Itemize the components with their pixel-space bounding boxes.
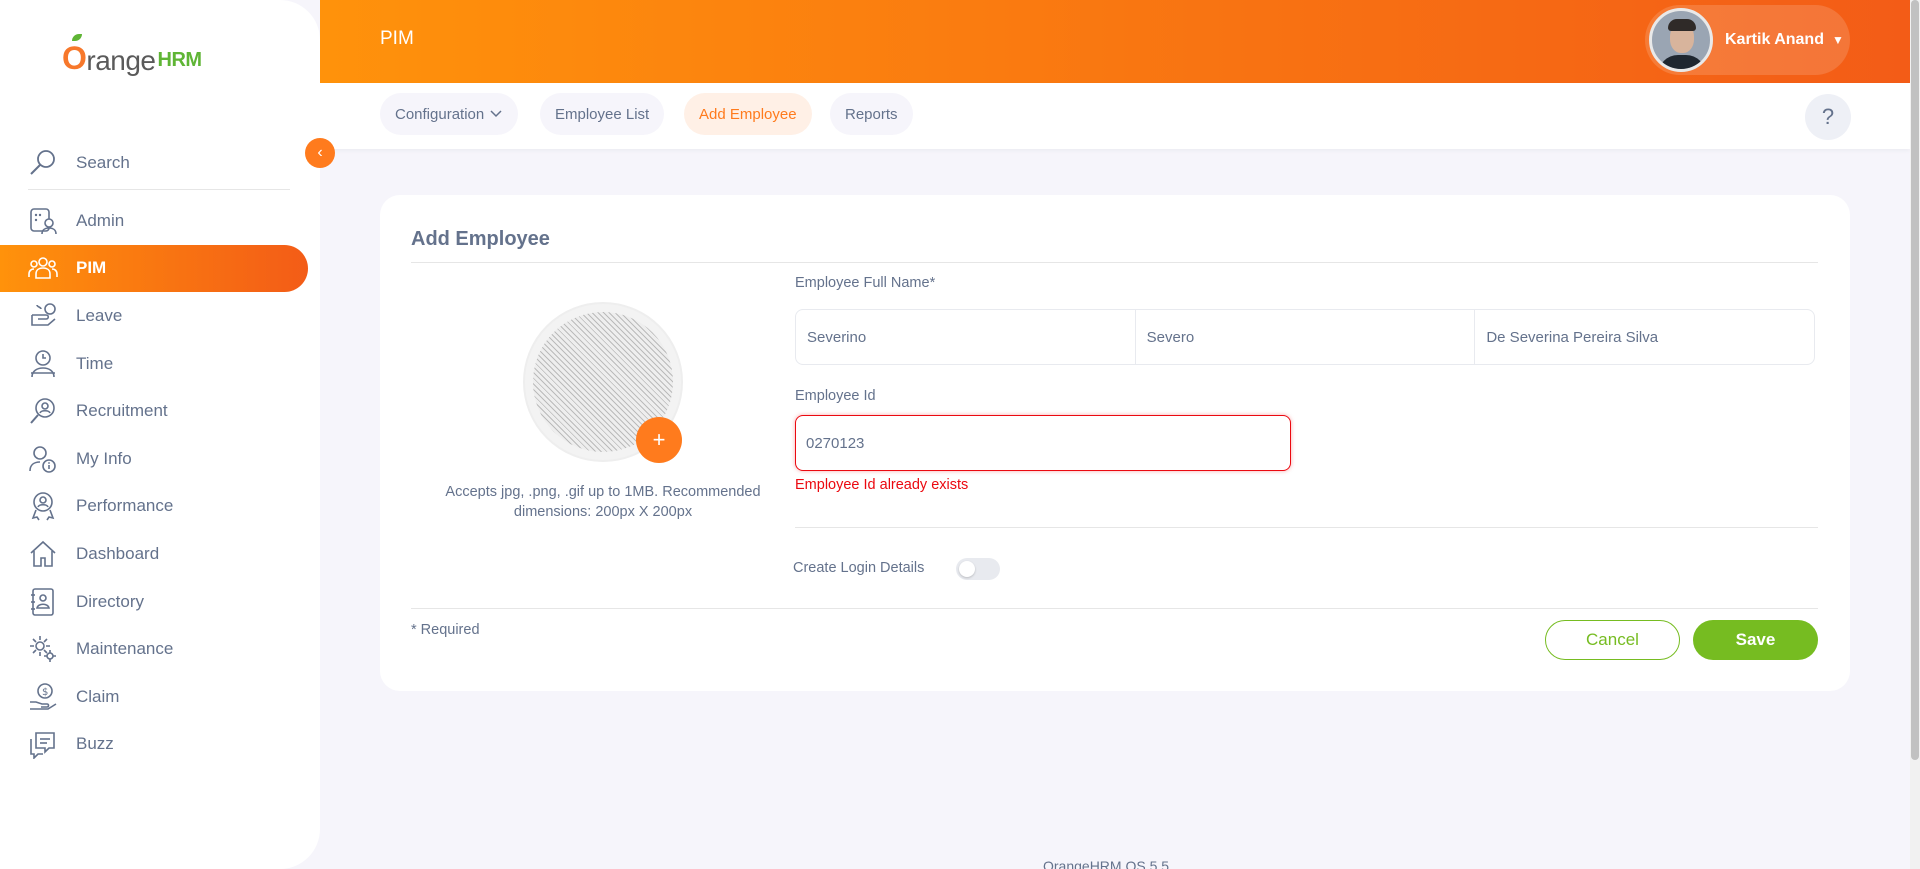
user-name: Kartik Anand bbox=[1725, 31, 1824, 48]
buzz-icon bbox=[30, 732, 55, 760]
tab-label: Add Employee bbox=[699, 105, 797, 123]
avatar bbox=[1649, 8, 1713, 72]
required-note: * Required bbox=[411, 622, 480, 638]
sidebar-item-admin[interactable]: Admin bbox=[0, 197, 320, 245]
tab-label: Configuration bbox=[395, 105, 485, 123]
sidebar-item-label: Dashboard bbox=[76, 543, 160, 563]
sidebar-item-label: Claim bbox=[76, 686, 120, 706]
user-menu[interactable]: Kartik Anand ▼ bbox=[1645, 5, 1850, 75]
scrollbar-thumb[interactable] bbox=[1911, 0, 1919, 760]
save-button[interactable]: Save bbox=[1693, 620, 1818, 660]
divider bbox=[795, 527, 1818, 528]
claim-icon: $ bbox=[30, 682, 57, 710]
help-icon: ? bbox=[1821, 104, 1835, 129]
tab-add-employee[interactable]: Add Employee bbox=[684, 93, 812, 135]
admin-icon bbox=[30, 207, 57, 234]
last-name-input[interactable] bbox=[1475, 310, 1815, 364]
caret-down-icon: ▼ bbox=[1831, 33, 1844, 47]
sidebar-item-time[interactable]: Time bbox=[0, 340, 320, 388]
tab-reports[interactable]: Reports bbox=[830, 93, 913, 135]
create-login-label: Create Login Details bbox=[793, 560, 925, 576]
search-icon bbox=[30, 149, 55, 175]
sidebar-menu: Admin PIM Leave Time Recruitment My Info… bbox=[0, 197, 320, 768]
sidebar-item-performance[interactable]: Performance bbox=[0, 483, 320, 531]
full-name-label: Employee Full Name* bbox=[795, 275, 936, 291]
toggle-knob bbox=[959, 561, 975, 577]
sidebar-item-dashboard[interactable]: Dashboard bbox=[0, 530, 320, 578]
plus-icon: + bbox=[652, 427, 666, 452]
page-title: PIM bbox=[380, 28, 414, 49]
sidebar-item-label: Admin bbox=[76, 210, 125, 230]
cancel-button[interactable]: Cancel bbox=[1545, 620, 1680, 660]
add-photo-button[interactable]: + bbox=[636, 417, 682, 463]
orangehrm-logo[interactable]: O range HRM bbox=[62, 34, 203, 77]
employee-id-label: Employee Id bbox=[795, 388, 876, 404]
middle-name-input[interactable] bbox=[1135, 310, 1476, 364]
leave-icon bbox=[31, 303, 56, 326]
tab-configuration[interactable]: Configuration bbox=[380, 93, 519, 135]
full-name-group bbox=[795, 309, 1815, 365]
pim-icon bbox=[28, 257, 58, 280]
sidebar-item-label: Leave bbox=[76, 305, 123, 325]
sidebar-item-label: Directory bbox=[76, 591, 145, 611]
sidebar-search-input[interactable]: Search bbox=[76, 153, 130, 173]
directory-icon bbox=[31, 587, 54, 616]
svg-text:$: $ bbox=[42, 687, 48, 698]
logo-hrm: HRM bbox=[157, 49, 203, 71]
photo-hint: Accepts jpg, .png, .gif up to 1MB. Recom… bbox=[445, 484, 761, 520]
divider bbox=[411, 262, 1818, 263]
first-name-input[interactable] bbox=[796, 310, 1136, 364]
recruitment-icon bbox=[30, 398, 55, 424]
sidebar-collapse-button[interactable]: ‹ bbox=[305, 138, 335, 168]
sidebar-item-buzz[interactable]: Buzz bbox=[0, 721, 320, 769]
sidebar-item-label: PIM bbox=[76, 258, 107, 278]
tab-label: Employee List bbox=[555, 105, 650, 123]
sidebar-item-label: Buzz bbox=[76, 734, 114, 754]
home-icon bbox=[30, 540, 56, 567]
sidebar-item-label: Maintenance bbox=[76, 639, 174, 659]
time-icon bbox=[31, 349, 55, 377]
employee-id-input[interactable] bbox=[795, 415, 1291, 471]
tab-label: Reports bbox=[845, 105, 898, 123]
sidebar-item-leave[interactable]: Leave bbox=[0, 292, 320, 340]
sidebar: O range HRM Search Admin PIM Leave Time … bbox=[0, 0, 320, 869]
sidebar-item-label: Recruitment bbox=[76, 401, 168, 421]
sidebar-item-maintenance[interactable]: Maintenance bbox=[0, 625, 320, 673]
gear-icon bbox=[30, 636, 56, 663]
logo-o: O bbox=[62, 40, 87, 76]
sidebar-item-label: Time bbox=[76, 353, 114, 373]
employee-id-error: Employee Id already exists bbox=[795, 477, 969, 493]
sidebar-item-claim[interactable]: $ Claim bbox=[0, 673, 320, 721]
tab-employee-list[interactable]: Employee List bbox=[540, 93, 665, 135]
footer-version: OrangeHRM OS 5.5 bbox=[1043, 858, 1170, 869]
divider bbox=[411, 608, 1818, 609]
sidebar-item-label: My Info bbox=[76, 448, 132, 468]
sidebar-item-directory[interactable]: Directory bbox=[0, 578, 320, 626]
form-title: Add Employee bbox=[411, 228, 550, 250]
my-info-icon bbox=[29, 445, 56, 473]
logo-range: range bbox=[86, 45, 156, 76]
chevron-left-icon: ‹ bbox=[317, 144, 323, 161]
sidebar-item-pim[interactable]: PIM bbox=[0, 244, 308, 293]
sidebar-item-my-info[interactable]: My Info bbox=[0, 435, 320, 483]
sidebar-item-label: Performance bbox=[76, 496, 174, 516]
help-button[interactable]: ? bbox=[1805, 94, 1851, 140]
sidebar-item-recruitment[interactable]: Recruitment bbox=[0, 387, 320, 435]
add-employee-card: Add Employee + Accepts jpg, .png, .gif u… bbox=[380, 195, 1850, 691]
sidebar-search[interactable]: Search bbox=[28, 136, 290, 190]
chevron-down-icon bbox=[490, 110, 502, 118]
sub-navigation: Configuration Employee List Add Employee… bbox=[320, 83, 1910, 149]
create-login-toggle[interactable] bbox=[956, 558, 1000, 580]
performance-icon bbox=[31, 492, 55, 521]
